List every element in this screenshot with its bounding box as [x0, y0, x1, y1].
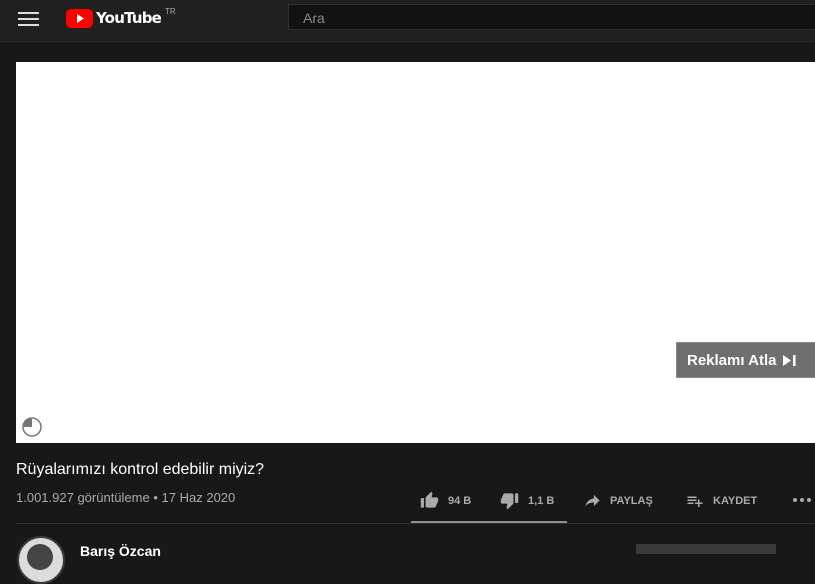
meta-separator: • — [153, 490, 158, 505]
menu-icon[interactable] — [18, 11, 39, 27]
playlist-add-icon — [687, 496, 703, 507]
more-actions-icon[interactable] — [793, 498, 811, 502]
logo-region: TR — [165, 6, 176, 16]
divider — [16, 523, 815, 524]
skip-next-icon — [783, 354, 796, 366]
channel-name[interactable]: Barış Özcan — [80, 543, 161, 559]
dislike-button[interactable]: 1,1 B — [499, 482, 554, 519]
dislike-count: 1,1 B — [528, 494, 555, 507]
channel-avatar[interactable] — [17, 536, 65, 584]
masthead: YouTube TR Ara — [0, 0, 815, 42]
share-button[interactable]: PAYLAŞ — [583, 482, 653, 519]
skip-ad-label: Reklamı Atla — [687, 351, 777, 369]
youtube-logo[interactable]: YouTube TR — [66, 6, 176, 28]
video-meta: 1.001.927 görüntüleme • 17 Haz 2020 — [16, 490, 235, 505]
subscribe-button[interactable] — [636, 544, 776, 554]
share-icon — [585, 494, 600, 507]
thumbs-down-icon — [500, 493, 519, 510]
thumbs-up-icon — [420, 491, 439, 508]
video-player[interactable]: Reklamı Atla — [16, 62, 815, 443]
logo-text: YouTube — [96, 9, 162, 27]
search-placeholder: Ara — [303, 10, 325, 26]
upload-date: 17 Haz 2020 — [161, 490, 236, 505]
ad-progress-icon — [22, 417, 42, 437]
share-label: PAYLAŞ — [610, 494, 653, 507]
save-label: KAYDET — [713, 494, 758, 507]
video-title: Rüyalarımızı kontrol edebilir miyiz? — [16, 461, 265, 478]
view-count: 1.001.927 görüntüleme — [16, 490, 150, 505]
save-button[interactable]: KAYDET — [685, 482, 757, 519]
youtube-play-icon — [66, 8, 93, 28]
skip-ad-button[interactable]: Reklamı Atla — [676, 342, 815, 378]
like-button[interactable]: 94 B — [419, 482, 471, 519]
search-input[interactable]: Ara — [288, 4, 815, 30]
like-count: 94 B — [448, 494, 472, 507]
